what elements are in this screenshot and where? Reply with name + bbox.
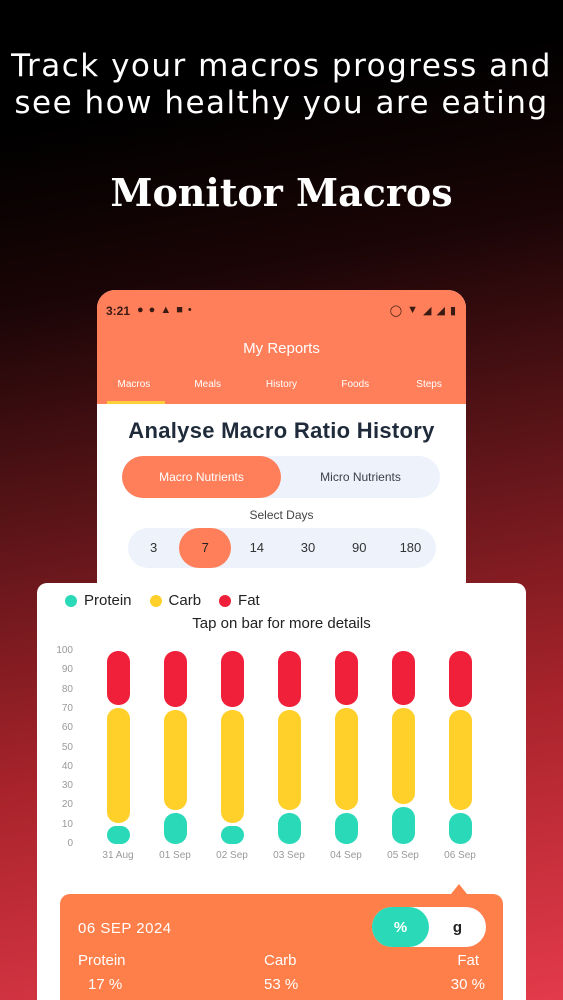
bar-protein-1[interactable] bbox=[163, 812, 187, 844]
alarm-icon: ◯ bbox=[389, 305, 403, 317]
bar-protein-3[interactable] bbox=[277, 812, 301, 844]
y-tick-label: 60 bbox=[61, 722, 73, 734]
day-selector: 3 7 14 30 90 180 bbox=[128, 528, 436, 568]
bar-protein-0[interactable] bbox=[106, 826, 130, 844]
bar-fat-3[interactable] bbox=[277, 651, 301, 708]
percent-unit-button[interactable]: % bbox=[372, 907, 429, 947]
x-tick-label: 04 Sep bbox=[330, 850, 362, 861]
select-days-label: Select Days bbox=[249, 508, 314, 522]
day-option-90[interactable]: 90 bbox=[334, 528, 385, 568]
bar-fat-4[interactable] bbox=[334, 651, 358, 706]
headline-line-1: Track your macros progress and bbox=[11, 48, 552, 84]
tab-macros[interactable]: Macros bbox=[97, 376, 171, 404]
y-tick-label: 0 bbox=[67, 838, 73, 849]
y-tick-label: 10 bbox=[61, 818, 73, 830]
flame-icon: ▲ bbox=[160, 304, 172, 316]
y-tick-label: 50 bbox=[61, 741, 73, 753]
stacked-bar-chart: 0 10 20 30 40 50 60 70 80 90 100 31 Aug 01 Sep 02 Sep… bbox=[37, 583, 526, 883]
day-option-3[interactable]: 3 bbox=[128, 528, 179, 568]
app-title: My Reports bbox=[243, 340, 320, 357]
protein-stat-label: Protein bbox=[78, 952, 126, 969]
detail-date: 06 SEP 2024 bbox=[78, 920, 172, 937]
app-square-icon: ■ bbox=[176, 304, 183, 316]
signal-icon-2: ◢ bbox=[436, 305, 445, 317]
signal-icon: ◢ bbox=[423, 305, 432, 317]
wifi-icon: ▼ bbox=[407, 304, 418, 316]
tab-steps[interactable]: Steps bbox=[392, 376, 466, 404]
day-option-30[interactable]: 30 bbox=[282, 528, 333, 568]
day-option-7[interactable]: 7 bbox=[179, 528, 232, 568]
y-tick-label: 70 bbox=[61, 702, 73, 714]
y-tick-label: 80 bbox=[61, 683, 73, 695]
fat-stat-label: Fat bbox=[457, 952, 479, 969]
bar-carb-3[interactable] bbox=[277, 710, 301, 810]
protein-stat-value: 17 % bbox=[88, 976, 123, 993]
macro-nutrients-button[interactable]: Macro Nutrients bbox=[122, 456, 281, 498]
status-time: 3:21 bbox=[106, 304, 131, 318]
bar-fat-5[interactable] bbox=[391, 651, 415, 706]
dot-icon: • bbox=[187, 304, 192, 316]
chat-icon: ● bbox=[137, 304, 144, 316]
x-tick-label: 05 Sep bbox=[387, 850, 419, 861]
unit-toggle: % g bbox=[372, 907, 486, 947]
nutrient-segment: Macro Nutrients Micro Nutrients bbox=[122, 456, 440, 498]
system-icons: ◯ ▼ ◢ ◢ ▮ bbox=[390, 304, 456, 317]
fat-stat-value: 30 % bbox=[450, 976, 485, 993]
hero-title: Monitor Macros bbox=[110, 170, 453, 215]
carb-stat-label: Carb bbox=[264, 952, 297, 969]
bar-carb-6[interactable] bbox=[448, 710, 472, 810]
bar-fat-6[interactable] bbox=[448, 651, 472, 708]
section-heading: Analyse Macro Ratio History bbox=[128, 418, 435, 443]
y-tick-label: 40 bbox=[61, 760, 73, 772]
notification-icons: ● ● ▲ ■ • bbox=[137, 304, 192, 316]
tab-meals[interactable]: Meals bbox=[171, 376, 245, 404]
bar-carb-1[interactable] bbox=[163, 710, 187, 810]
bar-carb-0[interactable] bbox=[106, 708, 130, 824]
bar-protein-2[interactable] bbox=[220, 826, 244, 844]
x-tick-label: 02 Sep bbox=[216, 850, 248, 861]
bar-carb-2[interactable] bbox=[220, 710, 244, 824]
x-tick-label: 06 Sep bbox=[444, 850, 476, 861]
day-option-14[interactable]: 14 bbox=[231, 528, 282, 568]
bar-protein-6[interactable] bbox=[448, 812, 472, 844]
phone-screen: 3:21 ● ● ▲ ■ • ◯ ▼ ◢ ◢ ▮ My Reports Macr… bbox=[97, 290, 466, 600]
chart-card: Protein Carb Fat Tap on bar for more det… bbox=[37, 583, 526, 1000]
y-tick-label: 90 bbox=[61, 664, 73, 676]
x-tick-label: 03 Sep bbox=[273, 850, 305, 861]
x-tick-label: 01 Sep bbox=[159, 850, 191, 861]
y-tick-label: 20 bbox=[61, 799, 73, 811]
promo-headline: Track your macros progress and see how h… bbox=[0, 48, 563, 122]
headline-line-2: see how healthy you are eating bbox=[14, 85, 549, 121]
app-header: 3:21 ● ● ▲ ■ • ◯ ▼ ◢ ◢ ▮ My Reports Macr… bbox=[97, 290, 466, 404]
y-tick-label: 100 bbox=[56, 645, 73, 656]
s-icon: ● bbox=[148, 304, 156, 316]
tab-history[interactable]: History bbox=[245, 376, 319, 404]
gram-unit-button[interactable]: g bbox=[429, 907, 486, 947]
carb-stat-value: 53 % bbox=[264, 976, 299, 993]
micro-nutrients-button[interactable]: Micro Nutrients bbox=[281, 456, 440, 498]
day-detail-panel: 06 SEP 2024 % g Protein 17 % Carb 53 % F… bbox=[60, 894, 503, 1000]
x-tick-label: 31 Aug bbox=[102, 850, 134, 861]
tab-foods[interactable]: Foods bbox=[318, 376, 392, 404]
y-tick-label: 30 bbox=[61, 780, 73, 792]
bar-carb-4[interactable] bbox=[334, 708, 358, 810]
bar-fat-0[interactable] bbox=[106, 651, 130, 706]
bar-protein-5[interactable] bbox=[391, 806, 415, 844]
bar-carb-5[interactable] bbox=[391, 708, 415, 804]
bar-fat-2[interactable] bbox=[220, 651, 244, 708]
bar-protein-4[interactable] bbox=[334, 812, 358, 844]
bar-fat-1[interactable] bbox=[163, 651, 187, 708]
report-tabs: Macros Meals History Foods Steps bbox=[97, 376, 466, 404]
day-option-180[interactable]: 180 bbox=[385, 528, 436, 568]
detail-pointer bbox=[451, 884, 467, 894]
status-bar: 3:21 ● ● ▲ ■ • ◯ ▼ ◢ ◢ ▮ bbox=[97, 304, 466, 320]
battery-icon: ▮ bbox=[449, 305, 456, 317]
